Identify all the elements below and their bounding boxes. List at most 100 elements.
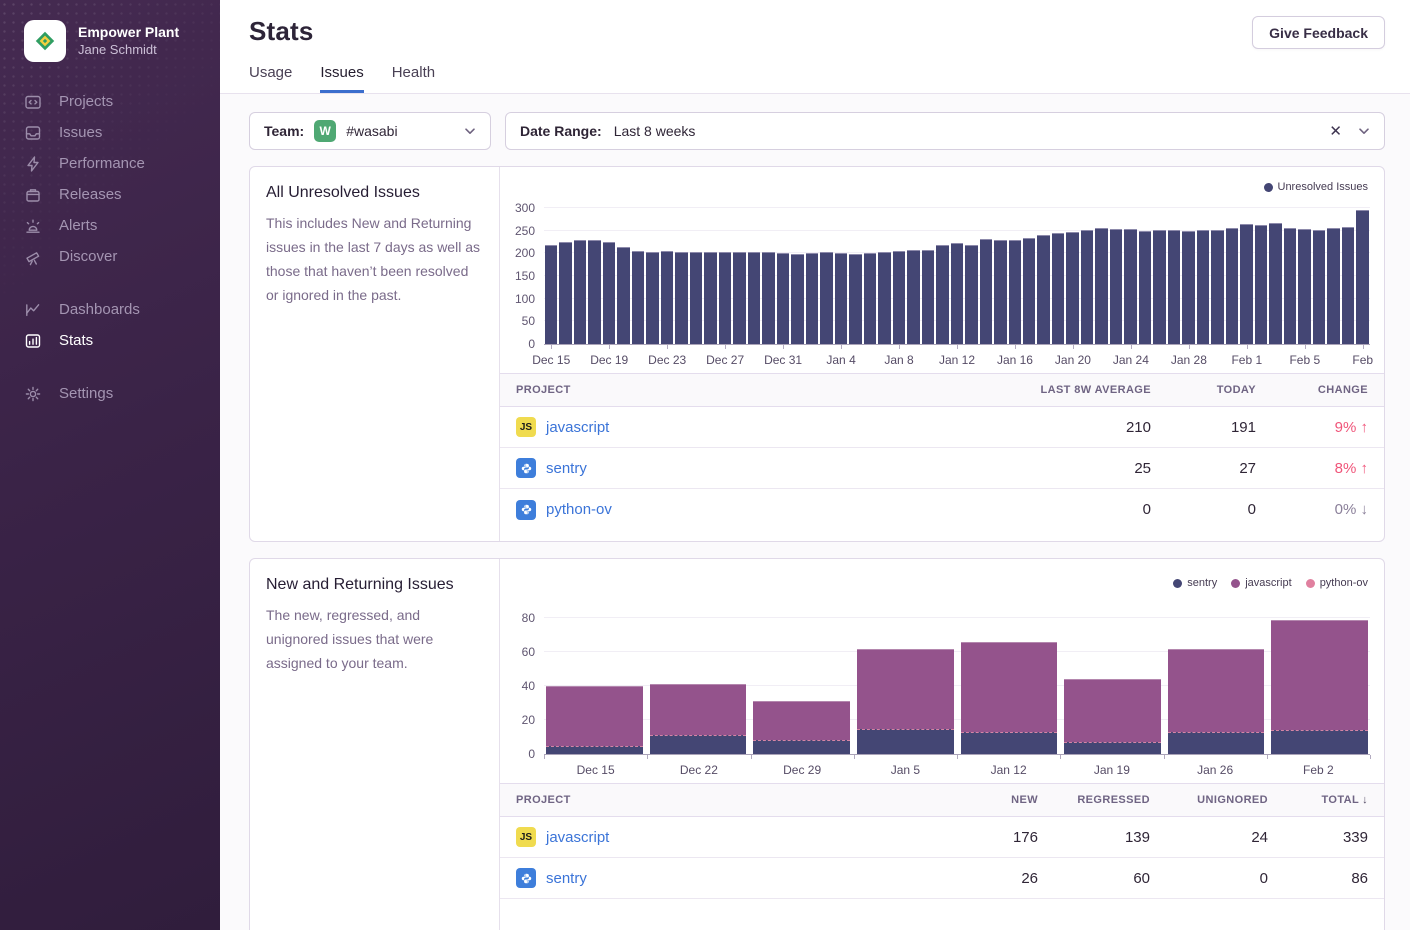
sidebar-nav: Projects Issues Performance Releases <box>0 86 220 409</box>
x-axis-tick <box>647 755 648 759</box>
user-name: Jane Schmidt <box>78 41 179 59</box>
sidebar-item-label: Settings <box>59 385 113 402</box>
table-body: JSjavascript17613924339sentry2660086 <box>500 817 1384 899</box>
card-info-panel: New and Returning Issues The new, regres… <box>250 559 500 930</box>
project-link[interactable]: javascript <box>546 419 609 436</box>
bar <box>603 242 615 344</box>
column-header[interactable]: UNIGNORED <box>1150 794 1268 806</box>
javascript-segment <box>1271 620 1368 731</box>
value-cell: 25 <box>961 460 1151 477</box>
sidebar-item-dashboards[interactable]: Dashboards <box>0 294 220 325</box>
column-header[interactable]: TODAY <box>1151 384 1256 396</box>
project-cell: JSjavascript <box>516 827 933 847</box>
releases-icon <box>24 186 42 204</box>
javascript-segment <box>546 686 643 746</box>
sidebar-item-settings[interactable]: Settings <box>0 378 220 409</box>
tab-usage[interactable]: Usage <box>249 64 292 93</box>
column-header-project: PROJECT <box>516 794 933 806</box>
give-feedback-button[interactable]: Give Feedback <box>1252 16 1385 49</box>
bar-series <box>544 181 1370 344</box>
sidebar-item-discover[interactable]: Discover <box>0 241 220 272</box>
project-cell: sentry <box>516 868 933 888</box>
python-platform-icon <box>516 500 536 520</box>
team-value: #wasabi <box>346 123 397 139</box>
bar <box>690 252 702 344</box>
bar <box>1313 230 1325 344</box>
projects-icon <box>24 93 42 111</box>
page-title: Stats <box>249 16 314 47</box>
x-axis-tick-label: Feb 5 <box>1289 353 1320 367</box>
column-header[interactable]: CHANGE <box>1256 384 1368 396</box>
bar <box>1269 223 1281 344</box>
x-axis-tick-label: Jan 12 <box>991 763 1027 777</box>
column-header[interactable]: TOTAL↓ <box>1268 794 1368 806</box>
bar <box>1342 227 1354 344</box>
clear-icon[interactable]: ✕ <box>1329 122 1342 140</box>
bar <box>791 254 803 344</box>
project-link[interactable]: sentry <box>546 870 587 887</box>
stacked-bar <box>961 605 1058 754</box>
tab-health[interactable]: Health <box>392 64 435 93</box>
chart-x-axis: Dec 15Dec 22Dec 29Jan 5Jan 12Jan 19Jan 2… <box>544 755 1370 783</box>
chart-x-axis: Dec 15Dec 19Dec 23Dec 27Dec 31Jan 4Jan 8… <box>544 345 1370 373</box>
date-range-value: Last 8 weeks <box>614 123 696 139</box>
chart-plot: 050100150200250300 <box>544 181 1370 345</box>
y-axis-tick-label: 250 <box>515 225 535 237</box>
sidebar-item-releases[interactable]: Releases <box>0 179 220 210</box>
bar <box>864 253 876 344</box>
column-header[interactable]: NEW <box>933 794 1038 806</box>
bar <box>646 252 658 344</box>
sidebar-item-issues[interactable]: Issues <box>0 117 220 148</box>
bar <box>1009 240 1021 344</box>
column-header[interactable]: REGRESSED <box>1038 794 1150 806</box>
x-axis-tick-label: Feb 2 <box>1303 763 1334 777</box>
x-axis-tick <box>1073 345 1074 349</box>
bar <box>1153 230 1165 344</box>
sentry-segment <box>546 746 643 755</box>
bar <box>1066 232 1078 344</box>
x-axis-tick <box>1267 755 1268 759</box>
x-axis-tick-label: Jan 19 <box>1094 763 1130 777</box>
bar <box>1255 225 1267 344</box>
x-axis-tick-label: Dec 31 <box>764 353 802 367</box>
sidebar-item-projects[interactable]: Projects <box>0 86 220 117</box>
y-axis-tick-label: 60 <box>522 646 535 658</box>
value-cell: 0 <box>1150 870 1268 887</box>
x-axis-tick <box>667 345 668 349</box>
sidebar-item-label: Alerts <box>59 217 97 234</box>
date-range-select[interactable]: Date Range: Last 8 weeks ✕ <box>505 112 1385 150</box>
sidebar-item-alerts[interactable]: Alerts <box>0 210 220 241</box>
value-cell: 176 <box>933 829 1038 846</box>
x-axis-tick-label: Jan 28 <box>1171 353 1207 367</box>
org-header[interactable]: Empower Plant Jane Schmidt <box>0 0 220 62</box>
legend-item: sentry <box>1173 577 1217 589</box>
bar <box>588 240 600 344</box>
column-header[interactable]: LAST 8W AVERAGE <box>961 384 1151 396</box>
value-cell: 26 <box>933 870 1038 887</box>
project-link[interactable]: python-ov <box>546 501 612 518</box>
x-axis-tick <box>1363 345 1364 349</box>
value-cell: 0 <box>961 501 1151 518</box>
bar <box>777 253 789 344</box>
bar <box>922 250 934 344</box>
chart-plot: 020406080 <box>544 605 1370 755</box>
bar <box>849 254 861 344</box>
x-axis-tick-label: Jan 4 <box>826 353 855 367</box>
sidebar-item-stats[interactable]: Stats <box>0 325 220 356</box>
sentry-segment <box>1168 732 1265 754</box>
project-link[interactable]: javascript <box>546 829 609 846</box>
team-select[interactable]: Team: W #wasabi <box>249 112 491 150</box>
y-axis-tick-label: 0 <box>528 748 535 760</box>
sidebar-item-performance[interactable]: Performance <box>0 148 220 179</box>
sidebar-item-label: Stats <box>59 332 93 349</box>
x-axis-tick <box>1189 345 1190 349</box>
stacked-bar <box>1064 605 1161 754</box>
tab-issues[interactable]: Issues <box>320 64 363 93</box>
sentry-segment <box>1271 730 1368 754</box>
bar <box>893 251 905 344</box>
bar <box>661 251 673 344</box>
x-axis-tick <box>1060 755 1061 759</box>
value-cell: 86 <box>1268 870 1368 887</box>
project-link[interactable]: sentry <box>546 460 587 477</box>
x-axis-tick-label: Jan 20 <box>1055 353 1091 367</box>
